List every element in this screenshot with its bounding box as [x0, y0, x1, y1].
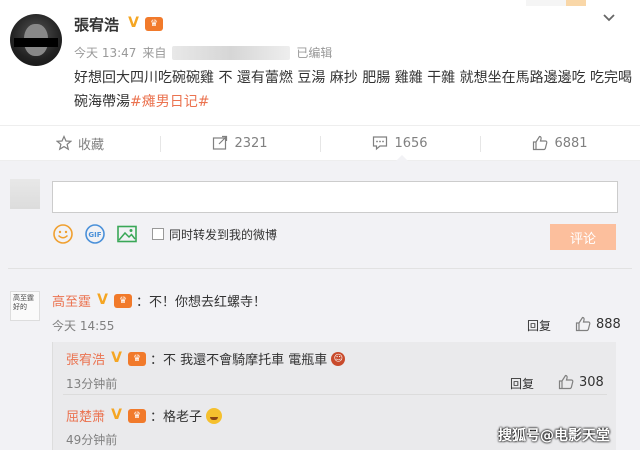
post-action-bar: 收藏 2321 1656 6881	[0, 125, 640, 161]
sub-commenter-name[interactable]: 張宥浩	[66, 349, 105, 368]
sub-comment-text: ：不 我還不會騎摩托車 電瓶車	[150, 353, 328, 368]
composer-tools: GIF 同时转发到我的微博	[52, 223, 277, 245]
post-source-label: 来自	[142, 46, 167, 60]
vip-crown-icon: ♛	[128, 351, 147, 366]
chevron-down-icon[interactable]	[600, 8, 618, 26]
image-icon[interactable]	[116, 223, 138, 245]
laughing-emoji-icon	[206, 407, 223, 424]
sub-comment-row: 張宥浩 V ♛ ：不 我還不會騎摩托車 電瓶車 ☺	[66, 349, 346, 368]
author-avatar[interactable]	[10, 14, 62, 66]
sub-comment-divider	[63, 394, 607, 395]
repost-icon	[213, 135, 228, 150]
post-edited[interactable]: 已编辑	[296, 44, 332, 61]
angry-emoji-icon: ☺	[331, 351, 346, 366]
comment-like-count: 888	[596, 316, 621, 332]
post-topic-link[interactable]: #瘫男日记#	[130, 94, 209, 110]
post-meta: 今天 13:47 来自 已编辑	[74, 44, 332, 61]
avatar-handwriting: 高至霆 好的	[13, 294, 34, 311]
emoji-icon[interactable]	[52, 223, 74, 245]
comment-input[interactable]	[52, 181, 618, 213]
repost-button[interactable]: 2321	[160, 126, 320, 160]
author-name[interactable]: 張宥浩	[74, 14, 119, 35]
sub-comment-text: ：格老子	[150, 410, 203, 425]
sub-comment-time: 13分钟前	[66, 377, 118, 391]
sub-comment-like-count: 308	[579, 374, 604, 390]
comment-icon	[373, 136, 388, 151]
submit-comment-button[interactable]: 评论	[550, 224, 616, 250]
comment-text: ：不！你想去红螺寺！	[136, 295, 267, 310]
collect-button[interactable]: 收藏	[0, 126, 160, 160]
star-icon	[55, 135, 72, 151]
vip-crown-icon: ♛	[145, 16, 163, 31]
verified-badge-icon: V	[111, 407, 122, 423]
thumbs-up-icon	[575, 316, 591, 332]
comment-time: 今天 14:55	[52, 319, 115, 333]
author-badges: V ♛	[126, 16, 163, 31]
collect-label: 收藏	[77, 137, 104, 153]
top-decoration	[526, 0, 566, 6]
gif-icon[interactable]: GIF	[84, 223, 106, 245]
commenter-name[interactable]: 高至霆	[52, 291, 91, 310]
avatar-censor-bar	[14, 38, 58, 47]
repost-count: 2321	[234, 135, 268, 151]
reply-button[interactable]: 回复	[527, 317, 551, 334]
vip-crown-icon: ♛	[128, 408, 147, 423]
verified-badge-icon: V	[97, 292, 108, 308]
like-count: 6881	[554, 135, 588, 151]
thumbs-up-icon	[558, 374, 574, 390]
forward-option[interactable]: 同时转发到我的微博	[152, 226, 277, 243]
comment-count: 1656	[394, 135, 428, 151]
sub-comment-like-button[interactable]: 308	[558, 374, 604, 390]
watermark: 搜狐号@电影天堂	[498, 428, 610, 444]
svg-text:GIF: GIF	[88, 231, 101, 239]
thumbs-up-icon	[533, 135, 548, 151]
weibo-post: 張宥浩 V ♛ 今天 13:47 来自 已编辑 好想回大四川吃碗碗雞 不 還有蕾…	[0, 0, 640, 125]
comments-divider	[8, 268, 632, 269]
like-button[interactable]: 6881	[480, 126, 640, 160]
commenter-avatar[interactable]: 高至霆 好的	[10, 291, 40, 321]
post-content: 好想回大四川吃碗碗雞 不 還有蕾燃 豆湯 麻抄 肥腸 雞雜 干雜 就想坐在馬路邊…	[74, 66, 634, 114]
forward-checkbox[interactable]	[152, 228, 164, 240]
verified-badge-icon: V	[128, 15, 139, 31]
verified-badge-icon: V	[111, 350, 122, 366]
my-avatar	[10, 179, 40, 209]
top-decoration-accent	[566, 0, 586, 6]
sub-comment-time: 49分钟前	[66, 433, 118, 447]
sub-commenter-name[interactable]: 屈楚萧	[66, 406, 105, 425]
sub-reply-button[interactable]: 回复	[510, 375, 534, 392]
sub-comment-row: 屈楚萧 V ♛ ：格老子	[66, 406, 223, 425]
vip-crown-icon: ♛	[114, 293, 133, 308]
comment-like-button[interactable]: 888	[575, 316, 621, 332]
source-redacted	[172, 45, 291, 60]
forward-label: 同时转发到我的微博	[169, 227, 278, 242]
comment-row: 高至霆 V ♛ ：不！你想去红螺寺！	[52, 291, 267, 311]
post-time[interactable]: 今天 13:47	[74, 44, 136, 61]
